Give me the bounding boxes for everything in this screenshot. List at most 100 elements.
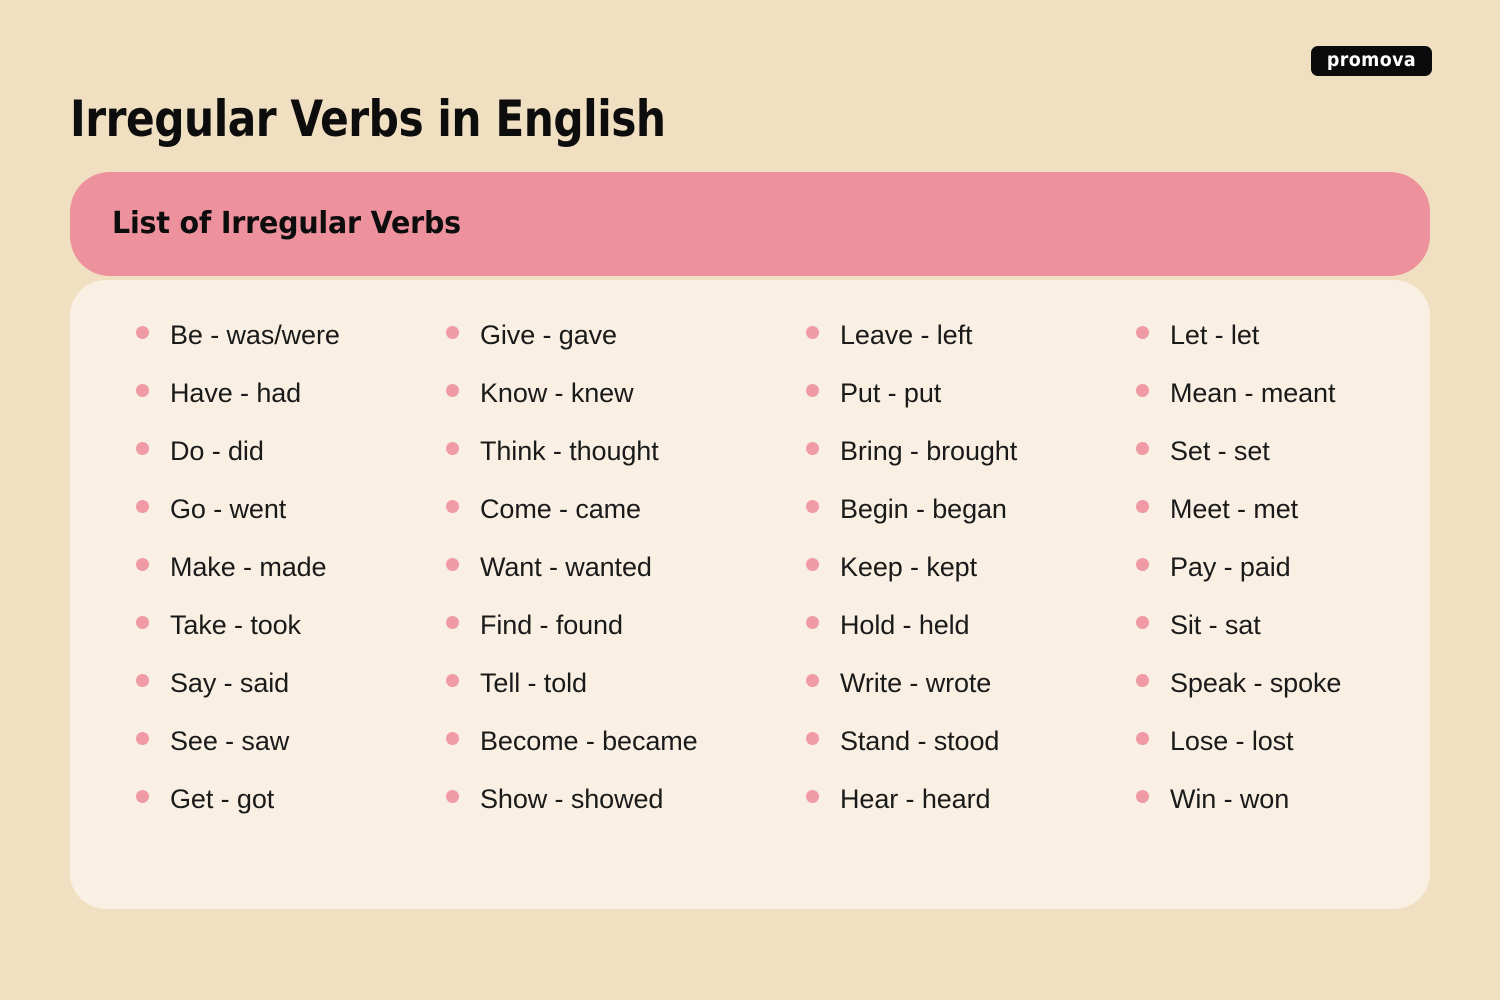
card-body: Be - was/were Have - had Do - did Go - w… xyxy=(70,280,1430,909)
verb-pair-text: Say - said xyxy=(170,668,290,698)
list-item: Want - wanted xyxy=(446,552,806,610)
bullet-dot-icon xyxy=(136,500,149,513)
bullet-dot-icon xyxy=(446,558,459,571)
verb-column-1: Be - was/were Have - had Do - did Go - w… xyxy=(136,320,446,842)
list-item: Give - gave xyxy=(446,320,806,378)
bullet-dot-icon xyxy=(136,732,149,745)
list-item: Set - set xyxy=(1136,436,1430,494)
bullet-dot-icon xyxy=(446,616,459,629)
list-item: Sit - sat xyxy=(1136,610,1430,668)
verb-pair-text: Find - found xyxy=(480,610,623,640)
verb-pair-text: Know - knew xyxy=(480,378,634,408)
verb-pair-text: Leave - left xyxy=(840,320,973,350)
list-item: Meet - met xyxy=(1136,494,1430,552)
verb-pair-text: Get - got xyxy=(170,784,275,814)
list-item: Mean - meant xyxy=(1136,378,1430,436)
list-item: Tell - told xyxy=(446,668,806,726)
verb-pair-text: Begin - began xyxy=(840,494,1007,524)
verb-columns: Be - was/were Have - had Do - did Go - w… xyxy=(70,280,1430,909)
verb-pair-text: Lose - lost xyxy=(1170,726,1294,756)
verb-column-4: Let - let Mean - meant Set - set Meet - … xyxy=(1136,320,1430,842)
bullet-dot-icon xyxy=(1136,500,1149,513)
list-item: Put - put xyxy=(806,378,1126,436)
list-item: Come - came xyxy=(446,494,806,552)
bullet-dot-icon xyxy=(806,790,819,803)
bullet-dot-icon xyxy=(1136,326,1149,339)
bullet-dot-icon xyxy=(136,674,149,687)
list-item: Go - went xyxy=(136,494,446,552)
bullet-dot-icon xyxy=(1136,558,1149,571)
list-item: Take - took xyxy=(136,610,446,668)
bullet-dot-icon xyxy=(1136,384,1149,397)
verb-pair-text: Mean - meant xyxy=(1170,378,1336,408)
bullet-dot-icon xyxy=(446,326,459,339)
verb-column-2: Give - gave Know - knew Think - thought … xyxy=(446,320,806,842)
bullet-dot-icon xyxy=(806,500,819,513)
verb-pair-text: Hold - held xyxy=(840,610,970,640)
verb-pair-text: Make - made xyxy=(170,552,327,582)
card-header-bar: List of Irregular Verbs xyxy=(70,172,1430,276)
verb-pair-text: Hear - heard xyxy=(840,784,991,814)
verb-pair-text: Bring - brought xyxy=(840,436,1018,466)
bullet-dot-icon xyxy=(446,790,459,803)
list-item: Get - got xyxy=(136,784,446,842)
section-title: List of Irregular Verbs xyxy=(112,206,461,241)
list-item: Keep - kept xyxy=(806,552,1126,610)
verb-pair-text: Set - set xyxy=(1170,436,1270,466)
list-item: Let - let xyxy=(1136,320,1430,378)
verb-pair-text: Tell - told xyxy=(480,668,587,698)
bullet-dot-icon xyxy=(806,616,819,629)
list-item: Do - did xyxy=(136,436,446,494)
bullet-dot-icon xyxy=(136,616,149,629)
verb-pair-text: Take - took xyxy=(170,610,301,640)
list-item: Pay - paid xyxy=(1136,552,1430,610)
list-item: Be - was/were xyxy=(136,320,446,378)
verb-pair-text: Keep - kept xyxy=(840,552,977,582)
list-item: Find - found xyxy=(446,610,806,668)
verb-pair-text: Let - let xyxy=(1170,320,1260,350)
list-item: Have - had xyxy=(136,378,446,436)
bullet-dot-icon xyxy=(1136,616,1149,629)
bullet-dot-icon xyxy=(136,558,149,571)
page-title: Irregular Verbs in English xyxy=(70,89,666,148)
list-item: Hold - held xyxy=(806,610,1126,668)
promova-logo[interactable]: promova xyxy=(1311,46,1432,76)
list-item: Think - thought xyxy=(446,436,806,494)
list-item: Leave - left xyxy=(806,320,1126,378)
bullet-dot-icon xyxy=(1136,442,1149,455)
verb-pair-text: Show - showed xyxy=(480,784,664,814)
bullet-dot-icon xyxy=(1136,790,1149,803)
list-item: Begin - began xyxy=(806,494,1126,552)
verb-pair-text: Be - was/were xyxy=(170,320,340,350)
verb-pair-text: Think - thought xyxy=(480,436,659,466)
verb-pair-text: Give - gave xyxy=(480,320,617,350)
bullet-dot-icon xyxy=(446,732,459,745)
bullet-dot-icon xyxy=(806,732,819,745)
list-item: Make - made xyxy=(136,552,446,610)
verb-pair-text: Come - came xyxy=(480,494,641,524)
bullet-dot-icon xyxy=(446,384,459,397)
verb-pair-text: Sit - sat xyxy=(1170,610,1261,640)
verb-pair-text: Write - wrote xyxy=(840,668,992,698)
bullet-dot-icon xyxy=(806,442,819,455)
bullet-dot-icon xyxy=(446,442,459,455)
verb-pair-text: Meet - met xyxy=(1170,494,1299,524)
bullet-dot-icon xyxy=(1136,674,1149,687)
verb-pair-text: Become - became xyxy=(480,726,698,756)
verb-pair-text: Speak - spoke xyxy=(1170,668,1342,698)
bullet-dot-icon xyxy=(1136,732,1149,745)
list-item: Speak - spoke xyxy=(1136,668,1430,726)
promova-logo-text: promova xyxy=(1326,49,1417,71)
verb-pair-text: Have - had xyxy=(170,378,302,408)
verb-pair-text: Go - went xyxy=(170,494,287,524)
list-item: Bring - brought xyxy=(806,436,1126,494)
bullet-dot-icon xyxy=(806,384,819,397)
infographic-page: Irregular Verbs in English promova List … xyxy=(0,0,1500,1000)
list-item: See - saw xyxy=(136,726,446,784)
list-item: Write - wrote xyxy=(806,668,1126,726)
verb-pair-text: Do - did xyxy=(170,436,264,466)
list-item: Hear - heard xyxy=(806,784,1126,842)
verb-pair-text: See - saw xyxy=(170,726,290,756)
verb-pair-text: Put - put xyxy=(840,378,942,408)
bullet-dot-icon xyxy=(446,500,459,513)
